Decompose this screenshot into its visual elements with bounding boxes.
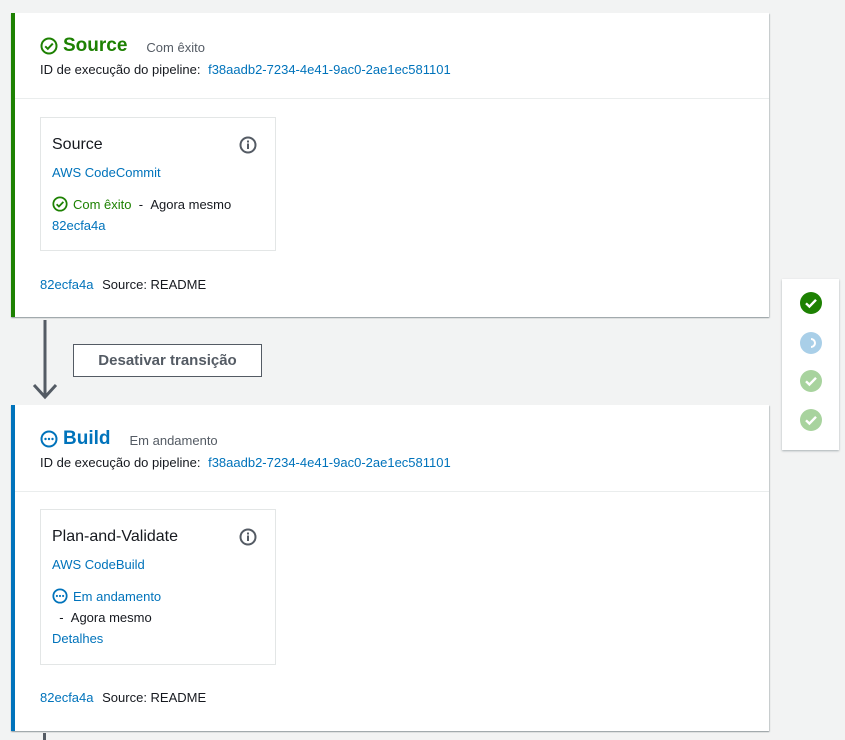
footer-commit-link[interactable]: 82ecfa4a: [40, 690, 94, 705]
check-circle-icon[interactable]: [799, 291, 823, 315]
stage-footer: 82ecfa4a Source: README: [40, 690, 206, 705]
stage-footer: 82ecfa4a Source: README: [40, 277, 206, 292]
execution-id-link[interactable]: f38aadb2-7234-4e41-9ac0-2ae1ec581101: [208, 62, 451, 77]
action-commit-link[interactable]: 82ecfa4a: [52, 218, 275, 233]
stage-source: Source Com êxito ID de execução do pipel…: [11, 13, 769, 317]
stage-status: Em andamento: [129, 433, 218, 448]
execution-id-label: ID de execução do pipeline:: [40, 62, 201, 77]
success-icon: [40, 37, 58, 55]
stage-header: Build Em andamento ID de execução do pip…: [15, 405, 769, 492]
action-provider-link[interactable]: AWS CodeCommit: [52, 165, 275, 180]
next-transition-line: [43, 733, 46, 740]
execution-id-link[interactable]: f38aadb2-7234-4e41-9ac0-2ae1ec581101: [208, 455, 451, 470]
action-status-row: Com êxito - Agora mesmo: [52, 196, 275, 212]
check-circle-faded-icon[interactable]: [799, 369, 823, 393]
execution-id-label: ID de execução do pipeline:: [40, 455, 201, 470]
execution-id-row: ID de execução do pipeline: f38aadb2-723…: [40, 455, 769, 470]
in-progress-icon: [40, 430, 58, 448]
action-time-value: Agora mesmo: [150, 196, 232, 212]
action-status-link[interactable]: Em andamento: [73, 589, 161, 604]
footer-source-text: Source: README: [102, 277, 207, 292]
footer-commit-link[interactable]: 82ecfa4a: [40, 277, 94, 292]
footer-source-text: Source: README: [102, 690, 207, 705]
transition-arrow-icon: [32, 320, 58, 400]
action-time-value: Agora mesmo: [70, 610, 152, 625]
action-card-plan-and-validate: Plan-and-Validate AWS CodeBuild Em andam…: [40, 509, 276, 665]
action-details-link[interactable]: Detalhes: [52, 631, 275, 646]
stage-name: Source: [63, 35, 128, 56]
in-progress-icon: [52, 588, 68, 604]
action-status: Com êxito: [73, 196, 132, 212]
action-status-row: Em andamento: [52, 588, 275, 604]
success-icon: [52, 196, 68, 212]
action-provider-link[interactable]: AWS CodeBuild: [52, 557, 275, 572]
stage-status-panel: [782, 279, 839, 450]
check-circle-faded-icon[interactable]: [799, 408, 823, 432]
disable-transition-button[interactable]: Desativar transição: [73, 344, 262, 377]
action-time: - Agora mesmo: [52, 610, 152, 625]
info-icon[interactable]: [239, 136, 257, 154]
stage-build: Build Em andamento ID de execução do pip…: [11, 405, 769, 731]
in-progress-icon[interactable]: [799, 331, 823, 355]
execution-id-row: ID de execução do pipeline: f38aadb2-723…: [40, 62, 769, 77]
stage-status: Com êxito: [146, 40, 205, 55]
action-time: - Agora mesmo: [131, 196, 232, 212]
stage-header: Source Com êxito ID de execução do pipel…: [15, 13, 769, 99]
action-card-source: Source AWS CodeCommit Com êxito - Agora …: [40, 117, 276, 251]
stage-name: Build: [63, 428, 111, 449]
info-icon[interactable]: [239, 528, 257, 546]
